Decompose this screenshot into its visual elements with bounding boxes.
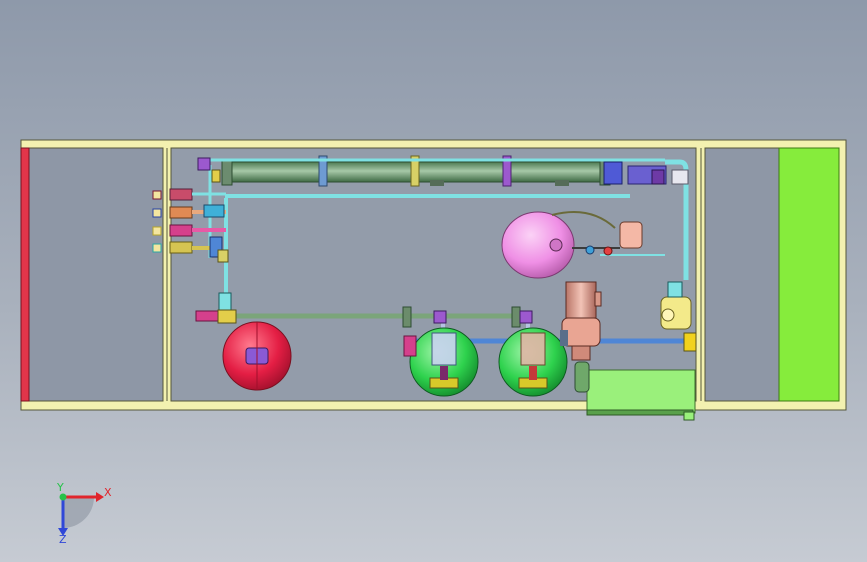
inlet-valve[interactable] xyxy=(169,224,193,237)
manifold-block[interactable] xyxy=(203,204,225,218)
triad-y-axis xyxy=(59,493,67,501)
filter-vessel-1[interactable] xyxy=(409,327,479,397)
pump-discharge-valve[interactable] xyxy=(574,361,590,393)
triad-z-label: Z xyxy=(59,533,67,546)
gauge-valve[interactable] xyxy=(218,292,232,312)
drum-cap xyxy=(549,238,563,252)
triad-background-arc xyxy=(63,497,94,528)
red-end-panel[interactable] xyxy=(20,147,30,402)
dosing-valve[interactable] xyxy=(603,246,613,256)
top-right-fitting xyxy=(651,169,665,185)
valve-top-left[interactable] xyxy=(211,169,221,183)
inlet-valve[interactable] xyxy=(169,241,193,254)
flow-meter-dial xyxy=(661,308,675,322)
cad-viewport[interactable]: X Y Z xyxy=(0,0,867,562)
membrane-end-cap-left xyxy=(221,158,233,186)
pipe-support xyxy=(433,310,447,324)
housing-bracket xyxy=(555,180,569,186)
pipe-support xyxy=(402,306,412,328)
pipe-support xyxy=(511,306,521,328)
inlet-valve[interactable] xyxy=(169,188,193,201)
dosing-pump[interactable] xyxy=(619,221,643,249)
top-right-valve[interactable] xyxy=(603,161,623,185)
gauge-valve[interactable] xyxy=(217,309,237,324)
filter-head xyxy=(520,332,546,366)
axis-triad-icon: X Y Z xyxy=(56,481,112,546)
skid-foot xyxy=(683,411,695,421)
inlet-valve[interactable] xyxy=(169,206,193,219)
blue-inlet-valve[interactable] xyxy=(403,335,417,357)
motor-terminal-box xyxy=(594,291,602,307)
pump-outlet xyxy=(571,345,591,361)
port-fitting-icon[interactable] xyxy=(152,190,162,200)
bay-left xyxy=(28,147,164,402)
triad-x-label: X xyxy=(104,486,112,499)
gauge-valve[interactable] xyxy=(195,310,219,322)
triad-y-label: Y xyxy=(56,481,64,494)
pump-base xyxy=(560,330,568,346)
green-electrical-panel[interactable] xyxy=(778,147,840,402)
skid-block[interactable] xyxy=(586,369,696,414)
flow-meter-outlet[interactable] xyxy=(683,332,697,352)
housing-bracket xyxy=(430,180,444,186)
port-fitting-icon[interactable] xyxy=(152,243,162,253)
manifold-block xyxy=(217,249,229,263)
port-fitting-icon[interactable] xyxy=(152,208,162,218)
filter-vessel-2[interactable] xyxy=(498,327,568,397)
dosing-valve[interactable] xyxy=(585,245,595,255)
filter-drain xyxy=(529,366,537,380)
filter-drain xyxy=(440,366,448,380)
base-skid[interactable] xyxy=(586,369,696,421)
valve-top-left[interactable] xyxy=(197,157,211,171)
port-fitting-icon[interactable] xyxy=(152,226,162,236)
pipe-support xyxy=(519,310,533,324)
dosing-drum[interactable] xyxy=(501,211,575,279)
filter-head xyxy=(431,332,457,366)
top-right-elbow xyxy=(671,169,689,185)
flow-meter-inlet xyxy=(667,281,683,298)
pump-motor[interactable] xyxy=(565,281,597,319)
triad-x-arrow xyxy=(96,492,104,502)
skid-rail xyxy=(586,409,694,416)
